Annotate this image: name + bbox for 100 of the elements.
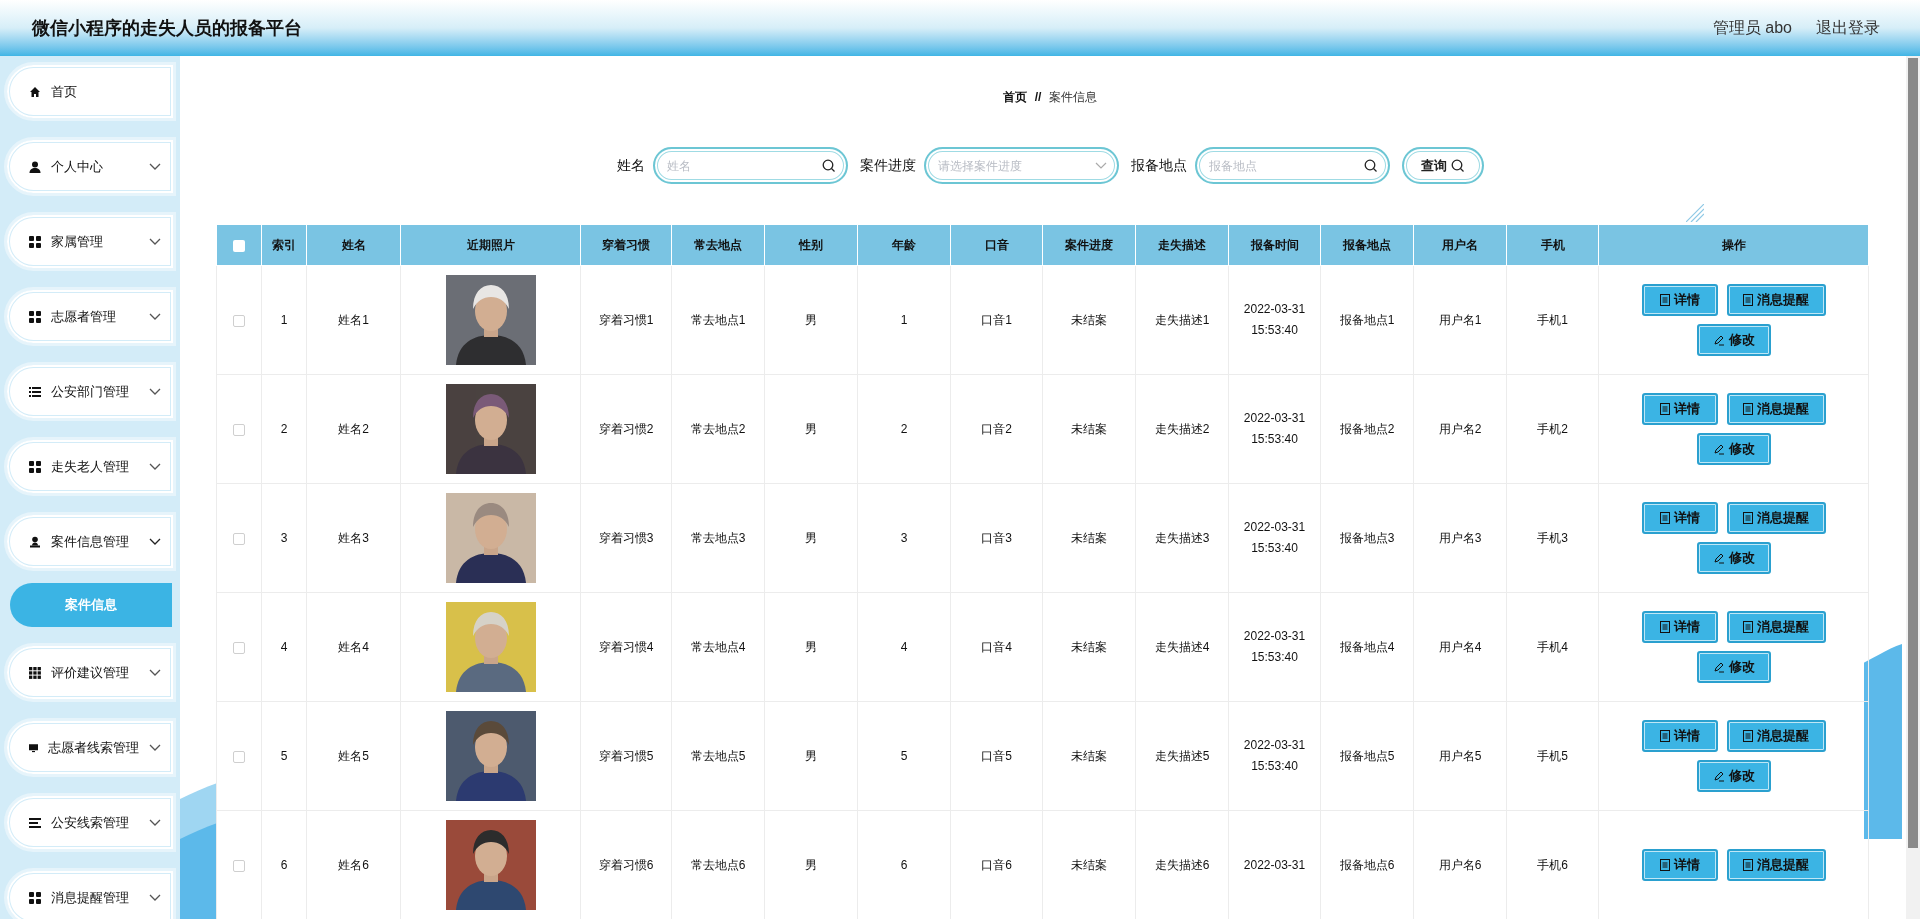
checkbox[interactable] bbox=[233, 750, 245, 763]
sidebar-item[interactable]: 案件信息管理 bbox=[4, 512, 176, 571]
table-cell: 未结案 bbox=[1042, 374, 1136, 484]
table-cell: 穿着习惯5 bbox=[580, 701, 672, 811]
table-cell: 报备地点4 bbox=[1320, 592, 1414, 702]
table-cell: 男 bbox=[764, 374, 858, 484]
table-cell: 走失描述2 bbox=[1135, 374, 1229, 484]
sidebar-item[interactable]: 消息提醒管理 bbox=[4, 868, 176, 919]
checkbox[interactable] bbox=[233, 641, 245, 654]
table-cell: 姓名5 bbox=[306, 701, 401, 811]
document-icon bbox=[1659, 403, 1670, 415]
table-cell: 常去地点1 bbox=[671, 265, 765, 375]
table-cell: 3 bbox=[857, 483, 951, 593]
column-header: 穿着习惯 bbox=[580, 224, 672, 266]
table-cell: 口音4 bbox=[950, 592, 1043, 702]
column-header: 口音 bbox=[950, 224, 1043, 266]
column-header: 常去地点 bbox=[671, 224, 765, 266]
checkbox[interactable] bbox=[233, 239, 245, 252]
table-cell: 报备地点3 bbox=[1320, 483, 1414, 593]
column-header: 近期照片 bbox=[400, 224, 581, 266]
edit-button[interactable]: 修改 bbox=[1696, 542, 1771, 574]
table-cell: 口音1 bbox=[950, 265, 1043, 375]
scrollbar[interactable] bbox=[1906, 56, 1920, 919]
select-field[interactable]: 请选择案件进度 bbox=[923, 147, 1119, 184]
table-cell: 常去地点3 bbox=[671, 483, 765, 593]
table-cell: 走失描述5 bbox=[1135, 701, 1229, 811]
details-button[interactable]: 详情 bbox=[1641, 393, 1718, 425]
column-header: 年龄 bbox=[857, 224, 951, 266]
table-cell: 走失描述4 bbox=[1135, 592, 1229, 702]
document-icon bbox=[1659, 294, 1670, 306]
details-button[interactable]: 详情 bbox=[1641, 502, 1718, 534]
table-cell: 常去地点2 bbox=[671, 374, 765, 484]
table-cell: 手机1 bbox=[1506, 265, 1599, 375]
grid-icon bbox=[29, 891, 41, 904]
sidebar-item[interactable]: 公安线索管理 bbox=[4, 793, 176, 852]
table-cell: 男 bbox=[764, 265, 858, 375]
checkbox[interactable] bbox=[233, 532, 245, 545]
checkbox[interactable] bbox=[233, 859, 245, 872]
edit-button[interactable]: 修改 bbox=[1696, 651, 1771, 683]
table-cell: 口音3 bbox=[950, 483, 1043, 593]
table-cell: 用户名3 bbox=[1413, 483, 1507, 593]
table-cell: 4 bbox=[857, 592, 951, 702]
table-cell: 穿着习惯2 bbox=[580, 374, 672, 484]
details-button[interactable]: 详情 bbox=[1641, 284, 1718, 316]
table-cell: 常去地点5 bbox=[671, 701, 765, 811]
input-field[interactable]: 报备地点 bbox=[1194, 147, 1390, 184]
search-icon bbox=[1450, 158, 1465, 173]
apps-icon bbox=[29, 666, 41, 679]
document-icon bbox=[1743, 621, 1753, 633]
details-button[interactable]: 详情 bbox=[1641, 720, 1718, 752]
reminder-button[interactable]: 消息提醒 bbox=[1726, 720, 1826, 752]
input-field[interactable]: 姓名 bbox=[652, 147, 848, 184]
breadcrumb-link[interactable]: 首页 bbox=[1002, 89, 1027, 105]
table-cell: 未结案 bbox=[1042, 483, 1136, 593]
reminder-button[interactable]: 消息提醒 bbox=[1726, 849, 1826, 881]
table-cell: 未结案 bbox=[1042, 265, 1136, 375]
sidebar-item[interactable]: 走失老人管理 bbox=[4, 437, 176, 496]
reminder-button[interactable]: 消息提醒 bbox=[1726, 284, 1826, 316]
sidebar-item[interactable]: 志愿者管理 bbox=[4, 287, 176, 346]
reminder-button[interactable]: 消息提醒 bbox=[1726, 502, 1826, 534]
table-cell: 报备地点2 bbox=[1320, 374, 1414, 484]
checkbox[interactable] bbox=[233, 314, 245, 327]
reminder-button[interactable]: 消息提醒 bbox=[1726, 611, 1826, 643]
table-cell: 常去地点4 bbox=[671, 592, 765, 702]
table-cell: 报备地点1 bbox=[1320, 265, 1414, 375]
search-icon bbox=[1363, 158, 1378, 173]
edit-button[interactable]: 修改 bbox=[1696, 760, 1771, 792]
reminder-button[interactable]: 消息提醒 bbox=[1726, 393, 1826, 425]
checkbox[interactable] bbox=[233, 423, 245, 436]
pencil-icon bbox=[1712, 443, 1725, 455]
sidebar-item[interactable]: 公安部门管理 bbox=[4, 362, 176, 421]
sidebar-item[interactable]: 个人中心 bbox=[4, 137, 176, 196]
column-header: 操作 bbox=[1598, 224, 1869, 266]
column-header: 性别 bbox=[764, 224, 858, 266]
edit-button[interactable]: 修改 bbox=[1696, 324, 1771, 356]
table-cell: 走失描述3 bbox=[1135, 483, 1229, 593]
table-cell: 姓名2 bbox=[306, 374, 401, 484]
sidebar-item[interactable]: 志愿者线索管理 bbox=[4, 718, 176, 777]
lines-icon bbox=[29, 816, 41, 829]
column-header: 用户名 bbox=[1413, 224, 1507, 266]
table-cell: 2022-03-31 15:53:40 bbox=[1228, 701, 1321, 811]
sidebar-item[interactable]: 评价建议管理 bbox=[4, 643, 176, 702]
details-button[interactable]: 详情 bbox=[1641, 849, 1718, 881]
details-button[interactable]: 详情 bbox=[1641, 611, 1718, 643]
table-cell: 2022-03-31 15:53:40 bbox=[1228, 265, 1321, 375]
app-title: 微信小程序的走失人员的报备平台 bbox=[32, 16, 302, 40]
sidebar-item[interactable]: 家属管理 bbox=[4, 212, 176, 271]
sidebar-item[interactable]: 首页 bbox=[4, 62, 176, 121]
pencil-icon bbox=[1712, 334, 1725, 346]
table-cell: 5 bbox=[261, 701, 307, 811]
edit-button[interactable]: 修改 bbox=[1696, 433, 1771, 465]
field-label: 报备地点 bbox=[1130, 156, 1187, 175]
logout-link[interactable]: 退出登录 bbox=[1816, 16, 1880, 40]
table-cell: 手机4 bbox=[1506, 592, 1599, 702]
table-cell: 未结案 bbox=[1042, 701, 1136, 811]
column-header: 报备地点 bbox=[1320, 224, 1414, 266]
table-cell: 穿着习惯4 bbox=[580, 592, 672, 702]
search-button[interactable]: 查询 bbox=[1401, 147, 1484, 184]
document-icon bbox=[1659, 730, 1670, 742]
table-cell: 2 bbox=[261, 374, 307, 484]
